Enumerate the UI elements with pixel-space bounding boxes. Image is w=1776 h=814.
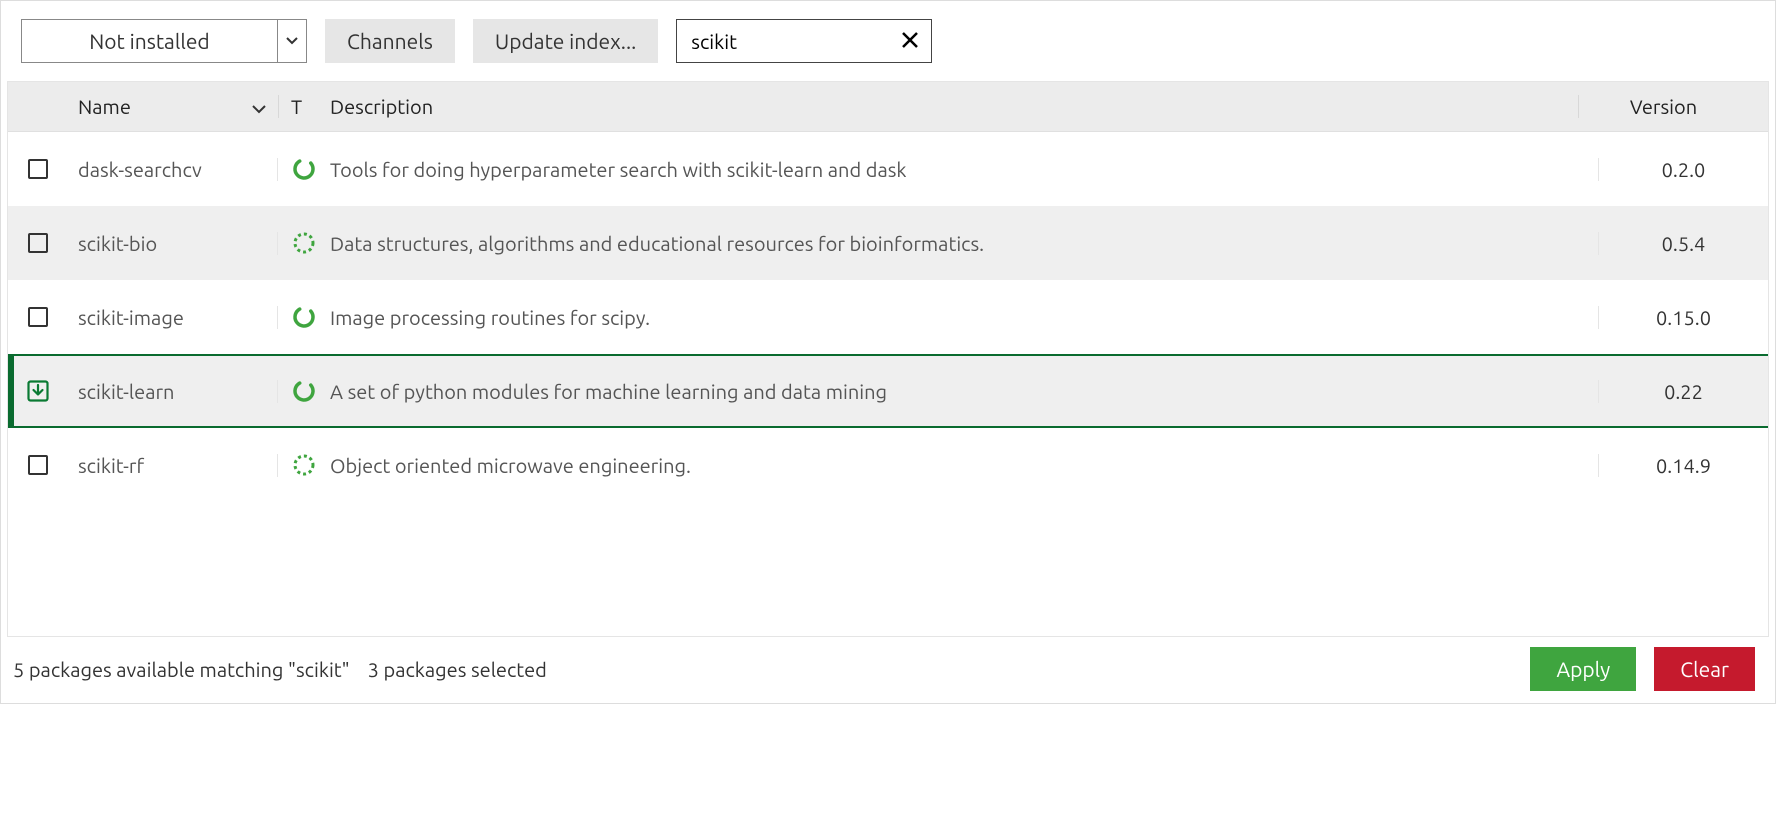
package-description: Data structures, algorithms and educatio…	[330, 232, 1598, 255]
table-row[interactable]: dask-searchcv Tools for doing hyperparame…	[8, 132, 1768, 206]
search-box	[676, 19, 932, 63]
package-version: 0.22	[1598, 380, 1768, 403]
package-description: Image processing routines for scipy.	[330, 306, 1598, 329]
package-manager-panel: Not installed Channels Update index... N…	[0, 0, 1776, 704]
toolbar: Not installed Channels Update index...	[1, 1, 1775, 81]
status-spinner-icon	[278, 157, 330, 181]
row-checkbox[interactable]	[8, 233, 68, 253]
table-body[interactable]: dask-searchcv Tools for doing hyperparame…	[8, 132, 1768, 636]
status-spinner-icon	[278, 231, 330, 255]
clear-search-icon[interactable]	[901, 29, 919, 54]
status-spinner-icon	[278, 305, 330, 329]
package-name: dask-searchcv	[68, 158, 278, 181]
package-description: A set of python modules for machine lear…	[330, 380, 1598, 403]
package-description: Object oriented microwave engineering.	[330, 454, 1598, 477]
status-selected: 3 packages selected	[368, 658, 547, 681]
table-header: Name T Description Version	[8, 82, 1768, 132]
status-spinner-icon	[278, 379, 330, 403]
header-version[interactable]: Version	[1578, 95, 1748, 118]
table-row[interactable]: scikit-bio Data structures, algorithms an…	[8, 206, 1768, 280]
package-name: scikit-image	[68, 306, 278, 329]
table-row[interactable]: scikit-rf Object oriented microwave engin…	[8, 428, 1768, 502]
search-input[interactable]	[691, 30, 821, 53]
package-table: Name T Description Version dask-searchcv…	[7, 81, 1769, 637]
channels-button[interactable]: Channels	[325, 19, 455, 63]
package-version: 0.2.0	[1598, 158, 1768, 181]
filter-dropdown[interactable]: Not installed	[21, 19, 307, 63]
package-description: Tools for doing hyperparameter search wi…	[330, 158, 1598, 181]
status-available: 5 packages available matching "scikit"	[13, 658, 350, 681]
row-checkbox[interactable]	[8, 455, 68, 475]
header-name[interactable]: Name	[68, 95, 278, 118]
header-type[interactable]: T	[278, 95, 330, 118]
package-name: scikit-bio	[68, 232, 278, 255]
package-version: 0.5.4	[1598, 232, 1768, 255]
header-description[interactable]: Description	[330, 95, 1578, 118]
update-index-button[interactable]: Update index...	[473, 19, 658, 63]
row-checkbox[interactable]	[8, 159, 68, 179]
table-row[interactable]: scikit-learn A set of python modules for …	[8, 354, 1768, 428]
footer: 5 packages available matching "scikit" 3…	[1, 637, 1775, 703]
clear-button[interactable]: Clear	[1654, 647, 1755, 691]
row-checkbox[interactable]	[8, 307, 68, 327]
chevron-down-icon[interactable]	[278, 20, 306, 62]
header-name-label: Name	[78, 95, 131, 118]
package-name: scikit-rf	[68, 454, 278, 477]
download-marked-icon[interactable]	[8, 380, 68, 402]
package-name: scikit-learn	[68, 380, 278, 403]
table-row[interactable]: scikit-image Image processing routines fo…	[8, 280, 1768, 354]
sort-chevron-down-icon[interactable]	[252, 95, 266, 118]
package-version: 0.14.9	[1598, 454, 1768, 477]
apply-button[interactable]: Apply	[1530, 647, 1636, 691]
status-spinner-icon	[278, 453, 330, 477]
package-version: 0.15.0	[1598, 306, 1768, 329]
filter-dropdown-label[interactable]: Not installed	[22, 20, 278, 62]
